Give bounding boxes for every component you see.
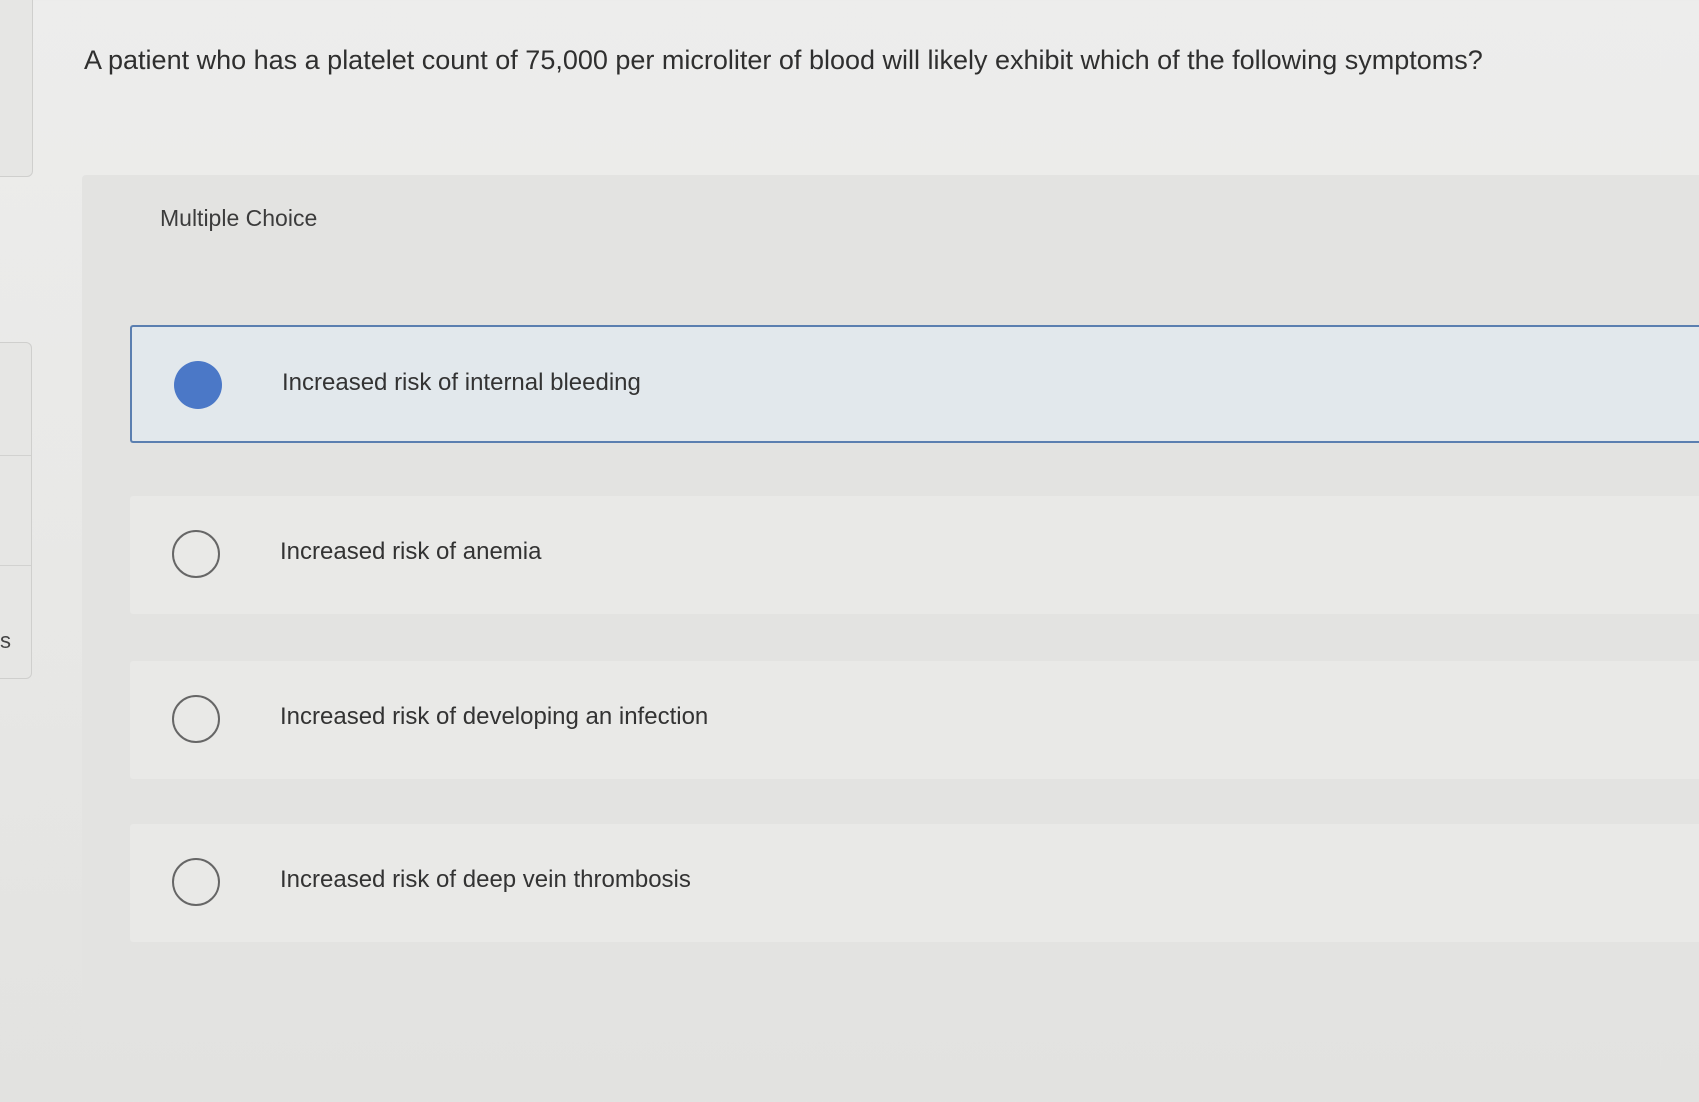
answer-option-label: Increased risk of anemia bbox=[280, 538, 542, 565]
answer-option-label: Increased risk of deep vein thrombosis bbox=[280, 866, 691, 893]
left-edge-divider bbox=[0, 565, 31, 566]
left-edge-partial-text: s bbox=[0, 628, 11, 653]
answer-option-label: Increased risk of internal bleeding bbox=[282, 369, 641, 396]
radio-button-selected[interactable] bbox=[174, 361, 222, 409]
answer-option-anemia[interactable]: Increased risk of anemia bbox=[130, 496, 1699, 614]
left-edge-panel-top bbox=[0, 0, 33, 177]
answer-option-label: Increased risk of developing an infectio… bbox=[280, 703, 709, 730]
question-text: A patient who has a platelet count of 75… bbox=[84, 45, 1483, 75]
answer-option-deep-vein-thrombosis[interactable]: Increased risk of deep vein thrombosis bbox=[130, 824, 1699, 942]
radio-button[interactable] bbox=[172, 858, 220, 906]
radio-button[interactable] bbox=[172, 530, 220, 578]
answer-option-internal-bleeding[interactable]: Increased risk of internal bleeding bbox=[130, 325, 1699, 443]
question-type-label: Multiple Choice bbox=[160, 205, 318, 231]
radio-button[interactable] bbox=[172, 695, 220, 743]
answer-option-infection[interactable]: Increased risk of developing an infectio… bbox=[130, 661, 1699, 779]
left-edge-divider bbox=[0, 455, 31, 456]
